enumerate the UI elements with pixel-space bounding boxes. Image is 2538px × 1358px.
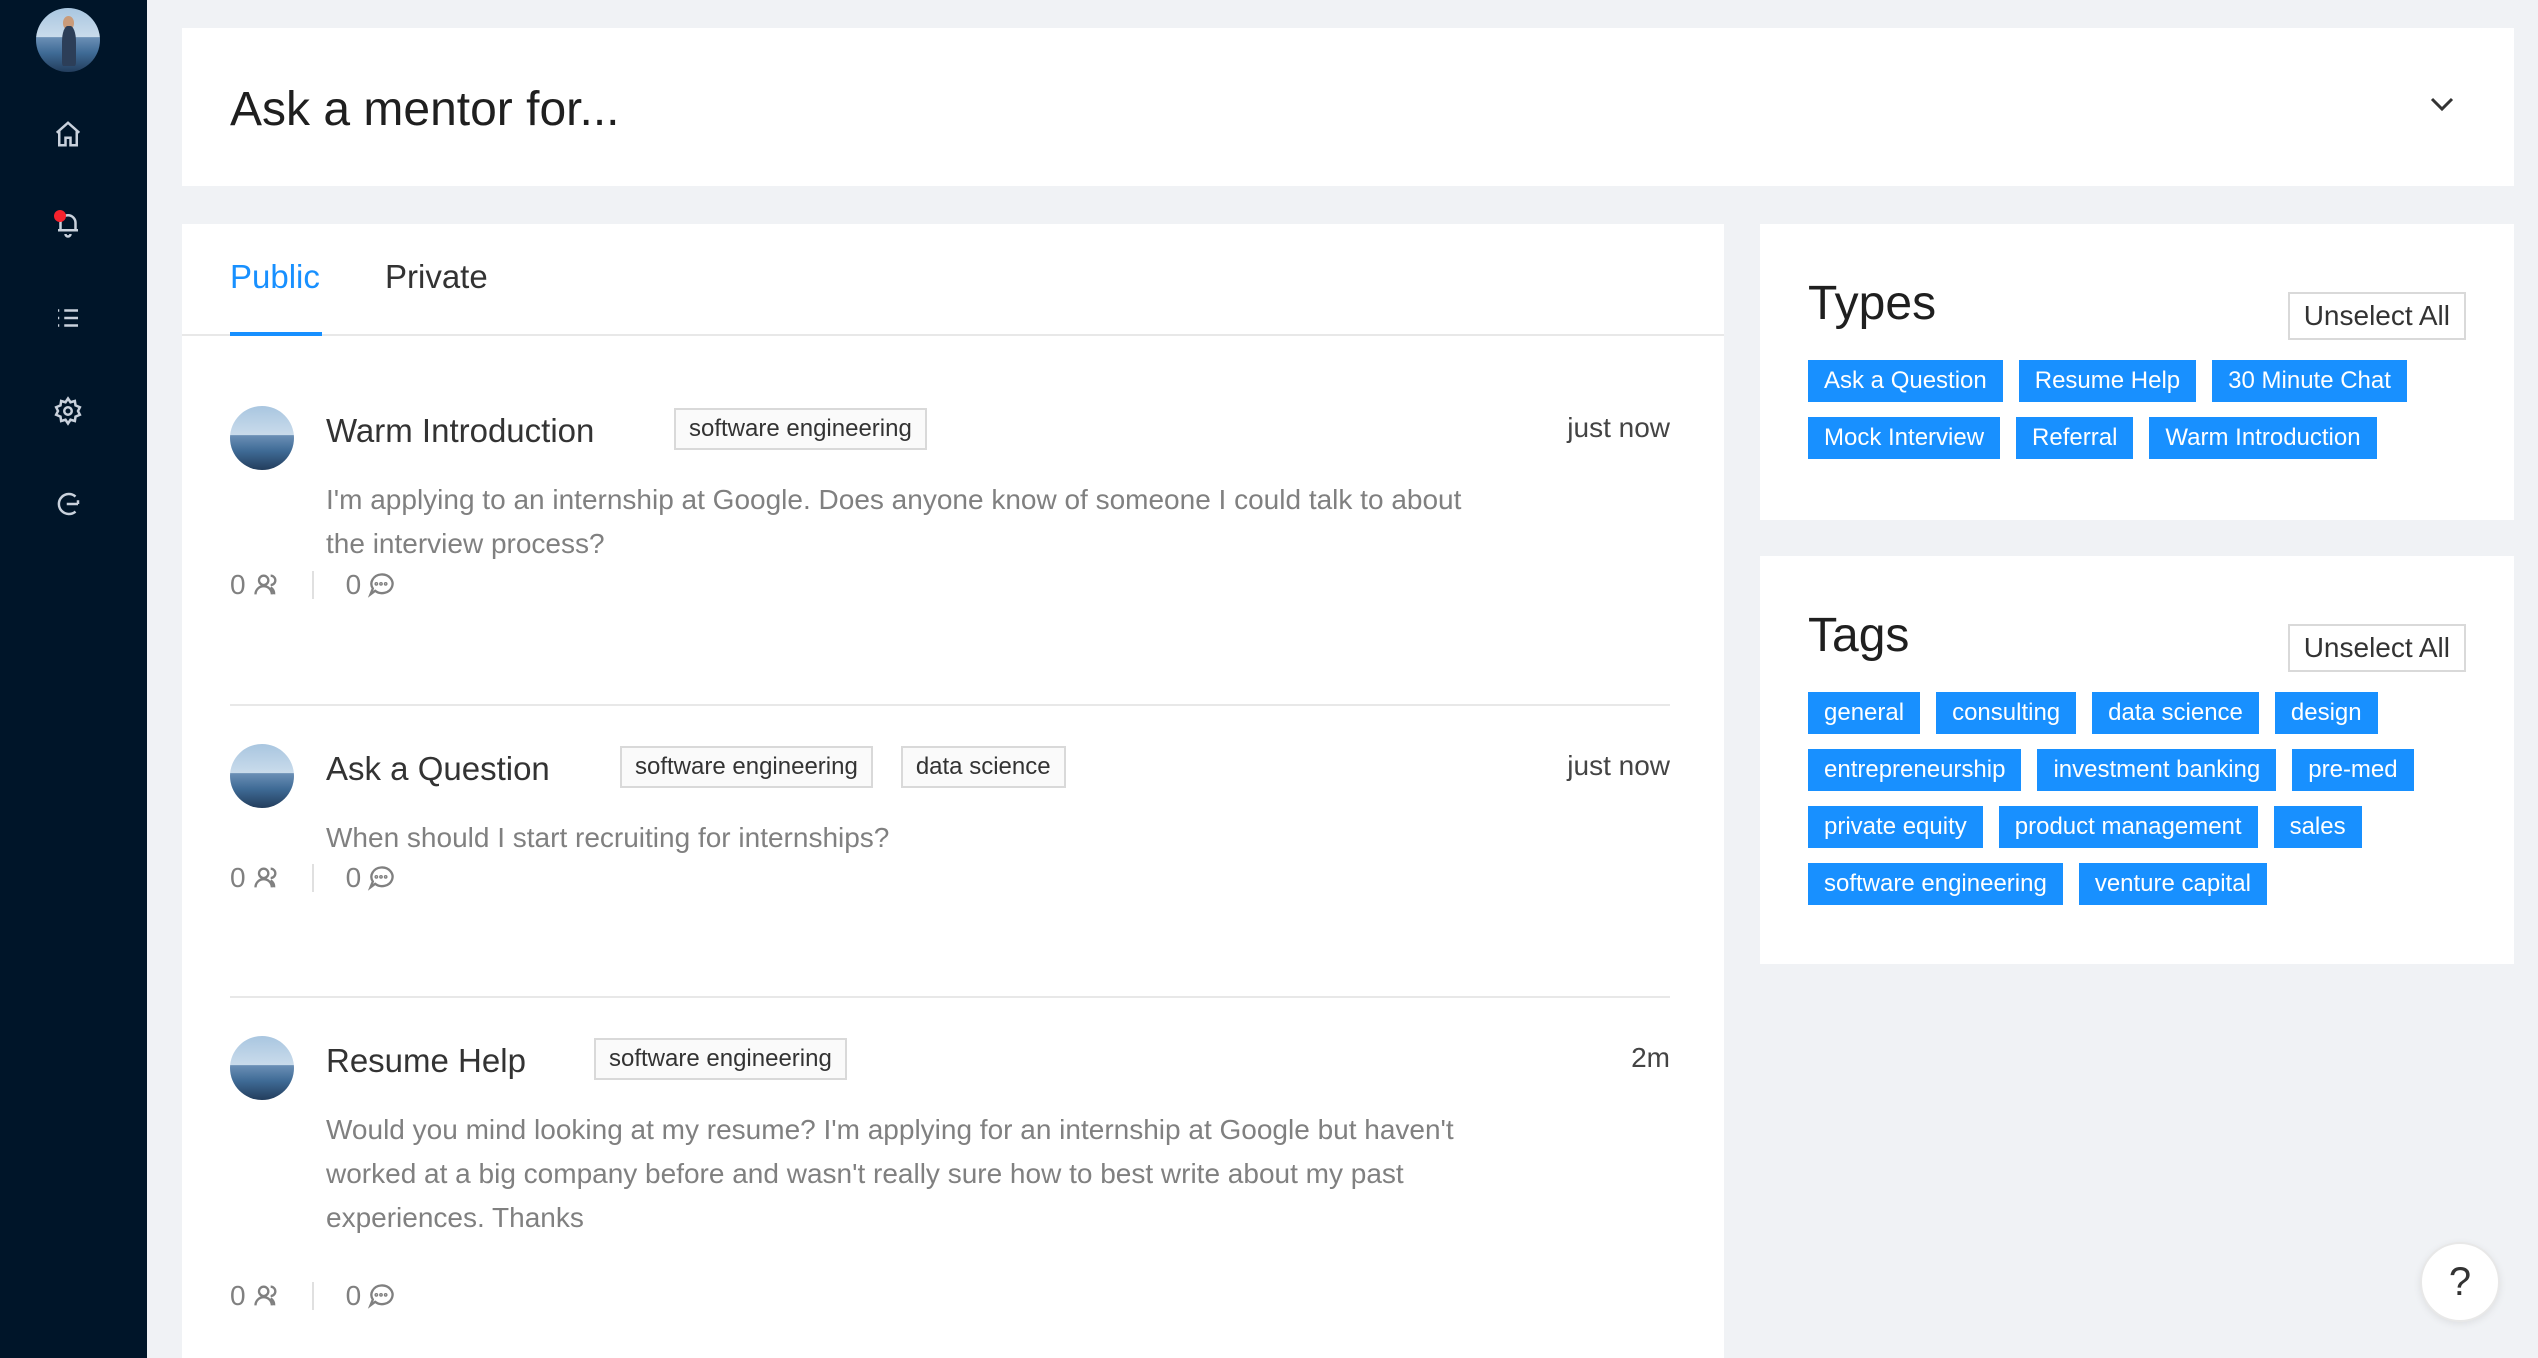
post-tag: software engineering — [620, 746, 873, 788]
page-title: Ask a mentor for... — [230, 83, 620, 136]
types-chip-list: Ask a Question Resume Help 30 Minute Chat M… — [1808, 360, 2488, 459]
tag-chip[interactable]: general — [1808, 692, 1921, 734]
home-icon[interactable] — [52, 118, 84, 150]
tags-chip-list: general consulting data science design entre… — [1808, 692, 2488, 905]
people-count[interactable]: 0 — [230, 1280, 280, 1312]
stat-divider — [311, 1282, 314, 1310]
people-count[interactable]: 0 — [230, 569, 280, 601]
post-divider — [230, 996, 1670, 998]
tag-chip[interactable]: entrepreneurship — [1808, 749, 2022, 791]
type-chip[interactable]: Mock Interview — [1808, 417, 2001, 459]
type-chip[interactable]: Warm Introduction — [2149, 417, 2377, 459]
post-body: When should I start recruiting for inter… — [326, 822, 890, 853]
post-stats: 0 0 — [230, 862, 395, 894]
post-stats: 0 0 — [230, 1280, 395, 1312]
post-body: Would you mind looking at my resume? I'm… — [326, 1114, 1454, 1233]
bell-icon[interactable] — [52, 208, 84, 240]
avatar-body — [61, 25, 76, 66]
people-count-value: 0 — [230, 1280, 246, 1311]
comment-count-value: 0 — [345, 569, 362, 600]
tag-chip[interactable]: product management — [1998, 806, 2258, 848]
tag-chip[interactable]: investment banking — [2037, 749, 2277, 791]
comment-count-value: 0 — [345, 862, 362, 893]
post-timestamp: just now — [1567, 412, 1670, 443]
post-avatar — [230, 406, 294, 470]
post-divider — [230, 704, 1670, 706]
people-icon — [253, 867, 277, 888]
type-chip[interactable]: Referral — [2016, 417, 2134, 459]
user-avatar[interactable] — [36, 8, 100, 72]
notification-dot — [54, 210, 66, 222]
tags-unselect-all-button[interactable]: Unselect All — [2287, 624, 2466, 672]
comment-count[interactable]: 0 — [346, 1280, 396, 1312]
comment-count-value: 0 — [345, 1280, 362, 1311]
sidebar — [0, 0, 147, 1358]
post-timestamp: 2m — [1631, 1042, 1670, 1073]
types-filter-panel: Types Unselect All Ask a Question Resume … — [1760, 224, 2514, 520]
type-chip[interactable]: Ask a Question — [1808, 360, 2003, 402]
tag-chip[interactable]: consulting — [1936, 692, 2077, 734]
types-unselect-all-button[interactable]: Unselect All — [2287, 292, 2466, 340]
post-tag: data science — [900, 746, 1066, 788]
active-tab-indicator — [230, 332, 322, 336]
logout-icon[interactable] — [52, 488, 84, 520]
tab-private[interactable]: Private — [385, 258, 488, 296]
people-icon — [253, 1285, 277, 1306]
feed-panel: Public Private Warm Introduction softwar… — [182, 224, 1724, 1358]
help-button[interactable]: ? — [2420, 1242, 2500, 1322]
post-tags: software engineering data science — [620, 746, 1066, 788]
stat-divider — [311, 571, 314, 599]
tag-chip[interactable]: design — [2274, 692, 2378, 734]
post-tags: software engineering — [674, 408, 927, 450]
post-title: Ask a Question — [326, 750, 550, 787]
post-title: Resume Help — [326, 1042, 526, 1079]
comment-icon — [368, 573, 394, 598]
tag-chip[interactable]: venture capital — [2078, 863, 2267, 905]
post-stats: 0 0 — [230, 569, 395, 601]
tag-chip[interactable]: software engineering — [1808, 863, 2063, 905]
comment-count[interactable]: 0 — [346, 569, 396, 601]
tag-chip[interactable]: sales — [2273, 806, 2362, 848]
post-tag: software engineering — [594, 1038, 847, 1080]
type-chip[interactable]: 30 Minute Chat — [2212, 360, 2407, 402]
tag-chip[interactable]: pre-med — [2292, 749, 2414, 791]
post-avatar — [230, 744, 294, 808]
types-title: Types — [1808, 277, 1937, 330]
type-chip[interactable]: Resume Help — [2018, 360, 2197, 402]
post-body: I'm applying to an internship at Google.… — [326, 484, 1462, 559]
people-icon — [253, 574, 277, 595]
tag-chip[interactable]: data science — [2092, 692, 2259, 734]
comment-count[interactable]: 0 — [346, 862, 396, 894]
post-tags: software engineering — [594, 1038, 847, 1080]
post-avatar — [230, 1036, 294, 1100]
comment-icon — [368, 866, 394, 891]
tag-chip[interactable]: private equity — [1808, 806, 1983, 848]
comment-icon — [368, 1284, 394, 1309]
ask-mentor-panel: Ask a mentor for... — [182, 28, 2514, 186]
post-title: Warm Introduction — [326, 412, 595, 449]
feed-tabs: Public Private — [182, 224, 1724, 336]
tab-public[interactable]: Public — [230, 258, 320, 296]
chevron-down-icon[interactable] — [2422, 84, 2462, 124]
tags-title: Tags — [1808, 609, 1910, 662]
post-tag: software engineering — [674, 408, 927, 450]
stat-divider — [311, 864, 314, 892]
people-count-value: 0 — [230, 862, 246, 893]
people-count[interactable]: 0 — [230, 862, 280, 894]
people-count-value: 0 — [230, 569, 246, 600]
tags-filter-panel: Tags Unselect All general consulting data … — [1760, 556, 2514, 964]
gear-icon[interactable] — [52, 395, 84, 427]
list-icon[interactable] — [52, 302, 84, 334]
post-timestamp: just now — [1567, 750, 1670, 781]
